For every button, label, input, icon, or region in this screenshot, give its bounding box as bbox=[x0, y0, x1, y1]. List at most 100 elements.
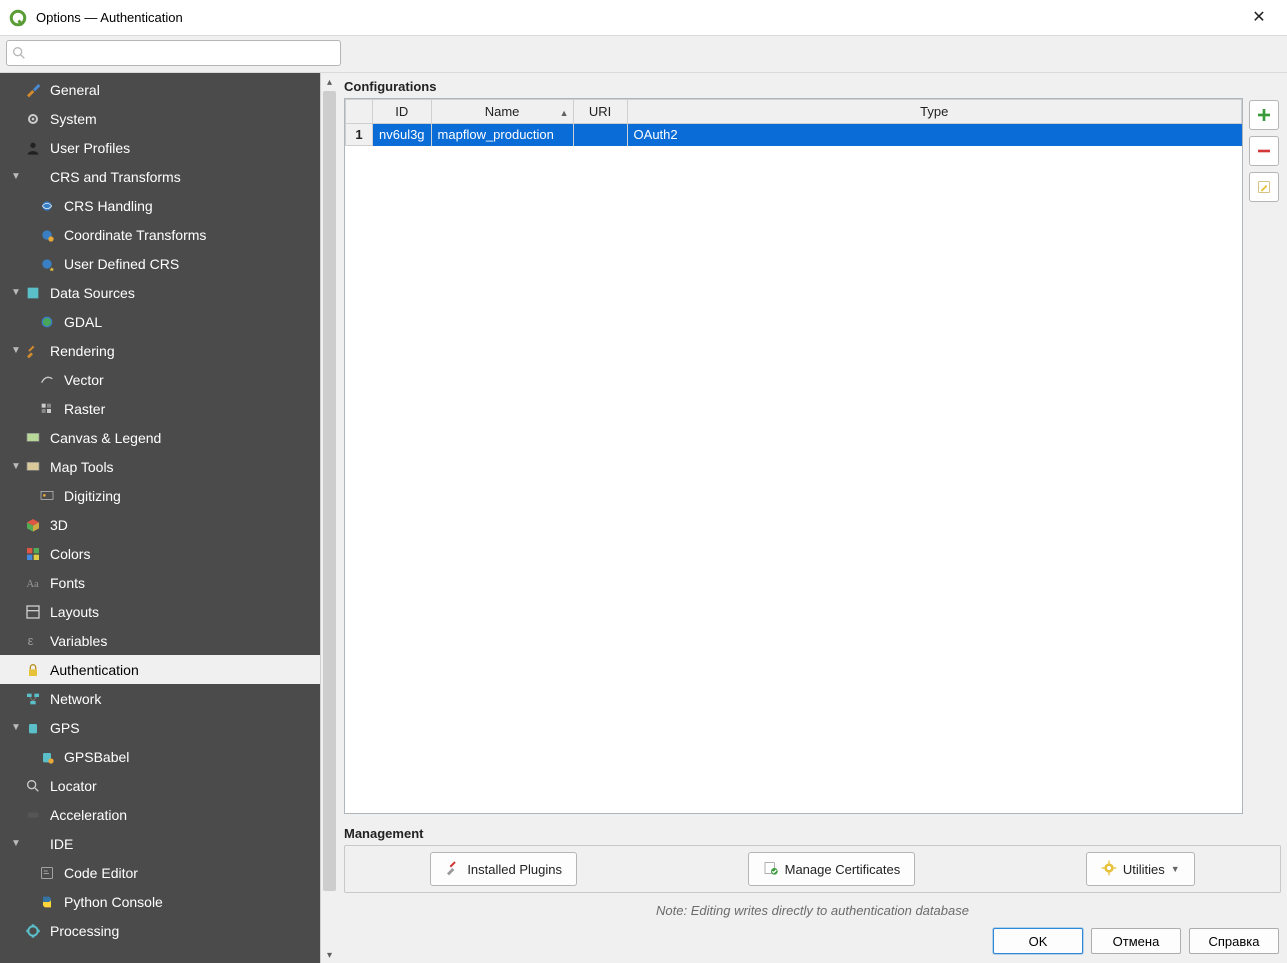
sidebar-item-crs-handling[interactable]: CRS Handling bbox=[0, 191, 338, 220]
row-header-blank[interactable] bbox=[346, 100, 373, 124]
sidebar-item-gdal[interactable]: GDAL bbox=[0, 307, 338, 336]
earth-icon bbox=[38, 313, 56, 331]
management-row: Installed Plugins Manage Certificates Ut… bbox=[344, 845, 1281, 893]
sidebar-item-code-editor[interactable]: Code Editor bbox=[0, 858, 338, 887]
sidebar-item-user-profiles[interactable]: User Profiles bbox=[0, 133, 338, 162]
search-input-wrapper[interactable] bbox=[6, 40, 341, 66]
management-label: Management bbox=[344, 820, 1281, 845]
minus-icon bbox=[1256, 143, 1272, 159]
sidebar-item-rendering[interactable]: ▼Rendering bbox=[0, 336, 338, 365]
vector-icon bbox=[38, 371, 56, 389]
sidebar-item-general[interactable]: General bbox=[0, 75, 338, 104]
database-icon bbox=[24, 284, 42, 302]
config-tool-column bbox=[1243, 98, 1281, 814]
sidebar-item-3d[interactable]: 3D bbox=[0, 510, 338, 539]
ide-icon bbox=[24, 835, 42, 853]
help-button[interactable]: Справка bbox=[1189, 928, 1279, 954]
sidebar-item-raster[interactable]: Raster bbox=[0, 394, 338, 423]
locator-icon bbox=[24, 777, 42, 795]
main-panel: Configurations ID Name▲ URI Type bbox=[338, 73, 1287, 963]
remove-config-button[interactable] bbox=[1249, 136, 1279, 166]
installed-plugins-button[interactable]: Installed Plugins bbox=[430, 852, 577, 886]
sidebar-item-label: 3D bbox=[50, 517, 68, 533]
sidebar-item-canvas-legend[interactable]: Canvas & Legend bbox=[0, 423, 338, 452]
col-name[interactable]: Name▲ bbox=[431, 100, 573, 124]
sidebar-item-network[interactable]: Network bbox=[0, 684, 338, 713]
search-icon bbox=[11, 45, 27, 61]
sidebar-item-ide[interactable]: ▼IDE bbox=[0, 829, 338, 858]
table-row[interactable]: 1 nv6ul3g mapflow_production OAuth2 bbox=[346, 124, 1242, 146]
utilities-button[interactable]: Utilities ▼ bbox=[1086, 852, 1195, 886]
row-number: 1 bbox=[346, 124, 373, 146]
map-icon bbox=[24, 458, 42, 476]
sidebar-item-colors[interactable]: Colors bbox=[0, 539, 338, 568]
cell-name[interactable]: mapflow_production bbox=[431, 124, 573, 146]
gear-color-icon bbox=[1101, 860, 1117, 879]
wrench-icon bbox=[24, 81, 42, 99]
sidebar-item-crs-and-transforms[interactable]: ▼CRS and Transforms bbox=[0, 162, 338, 191]
scrollbar-thumb[interactable] bbox=[323, 91, 336, 891]
scroll-up-icon[interactable]: ▴ bbox=[321, 73, 338, 91]
raster-icon bbox=[38, 400, 56, 418]
sidebar-item-label: Python Console bbox=[64, 894, 163, 910]
globe-icon bbox=[38, 197, 56, 215]
dialog-buttons: OK Отмена Справка bbox=[338, 928, 1287, 963]
sidebar-item-variables[interactable]: ε Variables bbox=[0, 626, 338, 655]
sidebar-item-map-tools[interactable]: ▼Map Tools bbox=[0, 452, 338, 481]
cell-id[interactable]: nv6ul3g bbox=[373, 124, 432, 146]
sidebar-item-user-defined-crs[interactable]: User Defined CRS bbox=[0, 249, 338, 278]
sidebar-item-locator[interactable]: Locator bbox=[0, 771, 338, 800]
sidebar-scrollbar[interactable]: ▴ ▾ bbox=[320, 73, 338, 963]
sidebar-item-acceleration[interactable]: Acceleration bbox=[0, 800, 338, 829]
col-uri[interactable]: URI bbox=[573, 100, 627, 124]
scroll-down-icon[interactable]: ▾ bbox=[321, 946, 338, 963]
sort-asc-icon: ▲ bbox=[560, 108, 569, 118]
svg-text:Aa: Aa bbox=[26, 579, 39, 590]
search-input[interactable] bbox=[31, 45, 340, 62]
sidebar-item-data-sources[interactable]: ▼Data Sources bbox=[0, 278, 338, 307]
gpsbabel-icon bbox=[38, 748, 56, 766]
sidebar-item-label: Digitizing bbox=[64, 488, 121, 504]
sidebar-item-digitizing[interactable]: Digitizing bbox=[0, 481, 338, 510]
sidebar-item-label: Vector bbox=[64, 372, 104, 388]
sidebar-item-label: Variables bbox=[50, 633, 107, 649]
button-label: Manage Certificates bbox=[785, 862, 901, 877]
add-config-button[interactable] bbox=[1249, 100, 1279, 130]
canvas-icon bbox=[24, 429, 42, 447]
variable-icon: ε bbox=[24, 632, 42, 650]
sidebar-item-coordinate-transforms[interactable]: Coordinate Transforms bbox=[0, 220, 338, 249]
sidebar-item-label: User Profiles bbox=[50, 140, 130, 156]
ok-button[interactable]: OK bbox=[993, 928, 1083, 954]
manage-certificates-button[interactable]: Manage Certificates bbox=[748, 852, 916, 886]
sidebar-item-label: Authentication bbox=[50, 662, 139, 678]
chevron-down-icon: ▼ bbox=[10, 722, 22, 733]
user-icon bbox=[24, 139, 42, 157]
brush-icon bbox=[24, 342, 42, 360]
sidebar-item-vector[interactable]: Vector bbox=[0, 365, 338, 394]
sidebar-item-label: General bbox=[50, 82, 100, 98]
cell-type[interactable]: OAuth2 bbox=[627, 124, 1241, 146]
digitizing-icon bbox=[38, 487, 56, 505]
globe-icon bbox=[24, 168, 42, 186]
sidebar-item-authentication[interactable]: Authentication bbox=[0, 655, 338, 684]
sidebar-item-processing[interactable]: Processing bbox=[0, 916, 338, 945]
col-id[interactable]: ID bbox=[373, 100, 432, 124]
sidebar-item-gpsbabel[interactable]: GPSBabel bbox=[0, 742, 338, 771]
sidebar-item-label: Fonts bbox=[50, 575, 85, 591]
sidebar-item-python-console[interactable]: Python Console bbox=[0, 887, 338, 916]
cancel-button[interactable]: Отмена bbox=[1091, 928, 1181, 954]
sidebar-item-layouts[interactable]: Layouts bbox=[0, 597, 338, 626]
window-title: Options — Authentication bbox=[36, 10, 1239, 25]
edit-config-button[interactable] bbox=[1249, 172, 1279, 202]
col-type[interactable]: Type bbox=[627, 100, 1241, 124]
plus-icon bbox=[1256, 107, 1272, 123]
sidebar-item-label: Network bbox=[50, 691, 101, 707]
sidebar-item-fonts[interactable]: Aa Fonts bbox=[0, 568, 338, 597]
close-icon[interactable]: ✕ bbox=[1239, 10, 1279, 26]
sidebar-item-gps[interactable]: ▼GPS bbox=[0, 713, 338, 742]
sidebar-item-system[interactable]: System bbox=[0, 104, 338, 133]
cell-uri[interactable] bbox=[573, 124, 627, 146]
lock-icon bbox=[24, 661, 42, 679]
chevron-down-icon: ▼ bbox=[10, 287, 22, 298]
sidebar-item-label: CRS and Transforms bbox=[50, 169, 181, 185]
